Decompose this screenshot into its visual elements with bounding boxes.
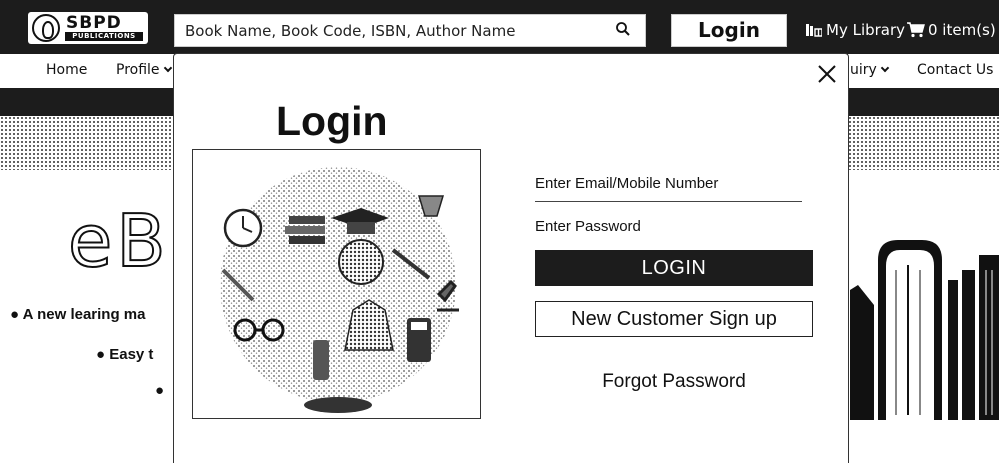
nav-contact-label: Contact Us	[917, 62, 994, 78]
hero-title: eB	[67, 198, 170, 284]
cart-icon	[907, 22, 925, 38]
nav-profile-label: Profile	[116, 62, 160, 78]
search-icon	[616, 22, 630, 36]
password-input[interactable]	[535, 211, 802, 241]
search-button[interactable]	[615, 21, 637, 41]
site-logo[interactable]: SBPD PUBLICATIONS	[28, 12, 148, 44]
email-mobile-input[interactable]	[535, 165, 802, 202]
nav-home[interactable]: Home	[46, 62, 87, 78]
nav-contact[interactable]: Contact Us	[917, 62, 993, 78]
nav-enquiry[interactable]: uiry	[850, 62, 890, 78]
library-icon	[806, 24, 822, 37]
modal-title: Login	[276, 98, 388, 144]
logo-main-text: SBPD	[66, 13, 122, 33]
education-illustration	[192, 149, 481, 419]
signup-button[interactable]: New Customer Sign up	[535, 301, 813, 337]
cart-link[interactable]: 0 item(s)	[907, 20, 996, 40]
education-doodle-image	[220, 167, 459, 413]
search-box	[174, 14, 646, 47]
my-library-link[interactable]: My Library	[806, 20, 905, 40]
hero-bullet-1: ● A new learing ma	[10, 306, 146, 323]
nav-home-label: Home	[46, 62, 88, 78]
chevron-down-icon	[880, 63, 890, 73]
logo-emblem-icon	[32, 14, 60, 42]
login-modal: Login Enter Email/Mobile Number LOGIN Ne…	[173, 53, 849, 463]
forgot-password-link[interactable]: Forgot Password	[535, 371, 813, 393]
bookshelf-illustration	[850, 240, 999, 420]
header-login-button[interactable]: Login	[671, 14, 787, 47]
cart-count: 0 item(s)	[928, 21, 996, 39]
chevron-down-icon	[163, 63, 172, 73]
login-submit-button[interactable]: LOGIN	[535, 250, 813, 286]
nav-profile[interactable]: Profile	[116, 62, 172, 78]
nav-enquiry-label: uiry	[850, 62, 877, 78]
search-input[interactable]	[175, 15, 605, 46]
my-library-label: My Library	[826, 21, 906, 39]
logo-sub-text: PUBLICATIONS	[65, 32, 143, 41]
top-header: SBPD PUBLICATIONS Login My Library 0 ite…	[0, 0, 999, 54]
hero-bullet-2: ● Easy t	[96, 346, 154, 363]
close-icon[interactable]	[815, 62, 839, 86]
hero-bullet-3: ●	[155, 382, 165, 399]
